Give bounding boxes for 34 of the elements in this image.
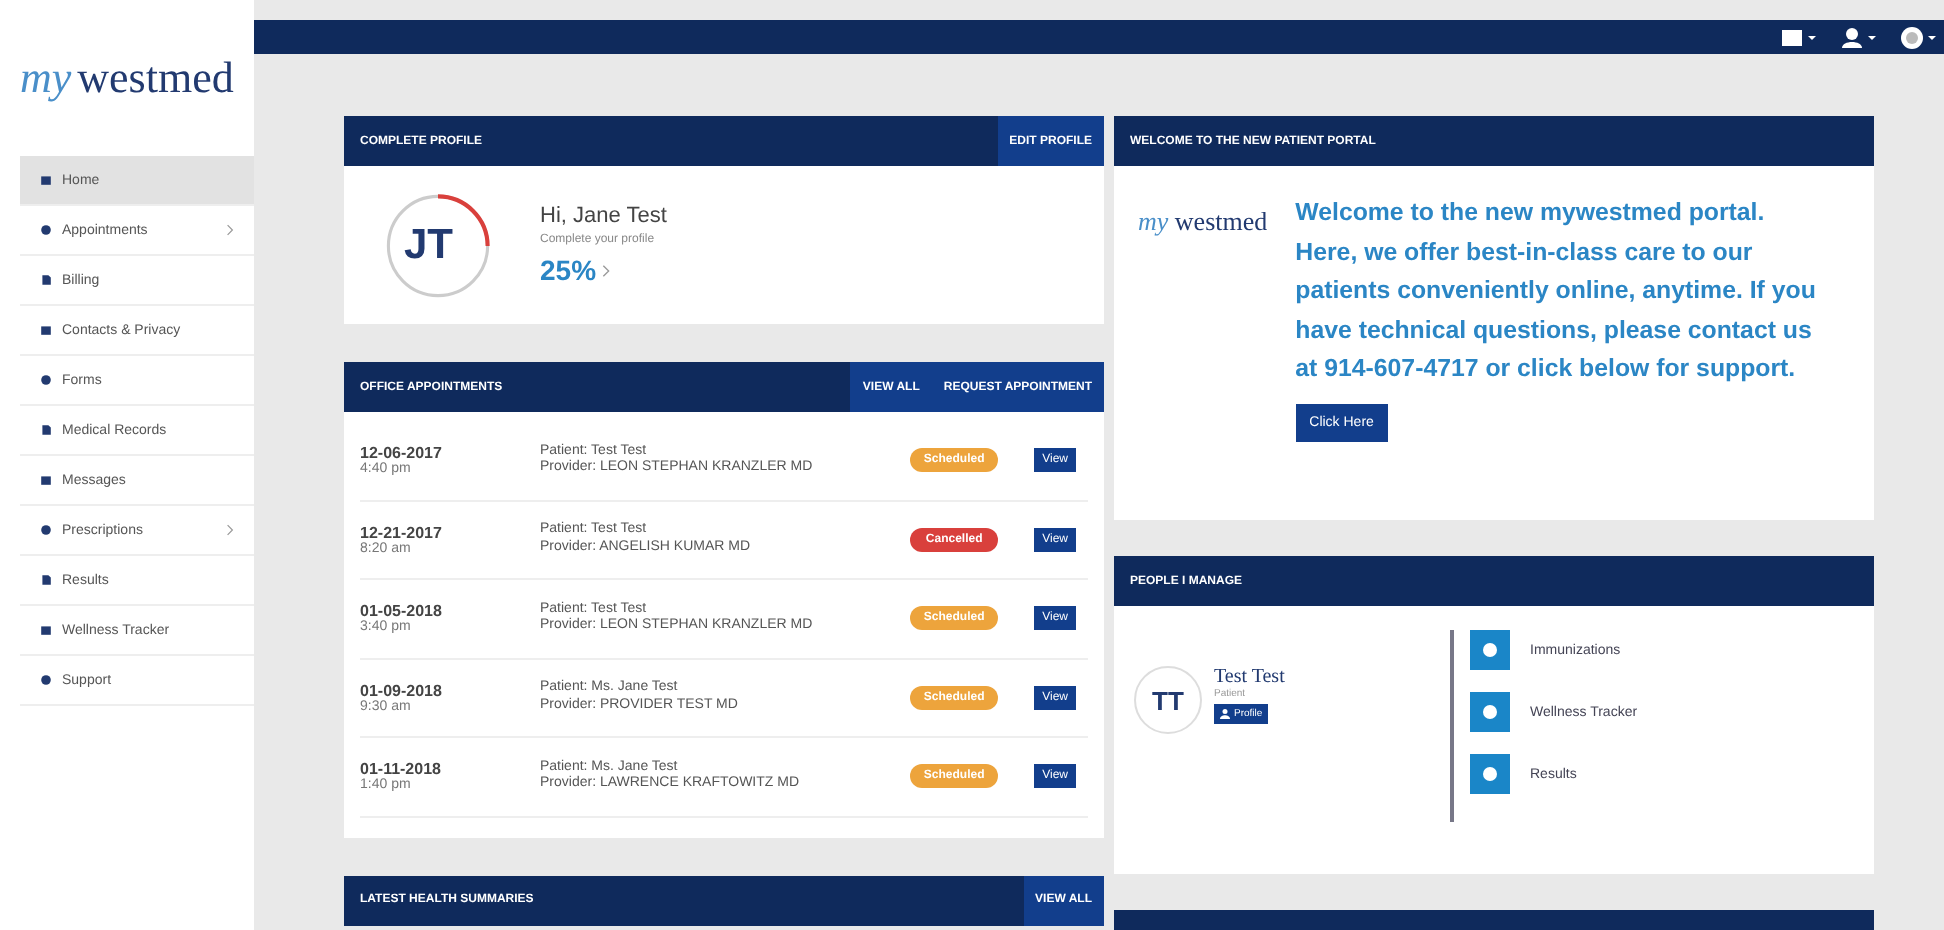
chevron-icon — [226, 524, 234, 536]
chevron-icon — [226, 224, 234, 236]
appointment-date: 12-06-2017 — [360, 444, 444, 463]
appointment-date: 01-09-2018 — [360, 681, 444, 700]
menu-icon — [40, 174, 52, 186]
menu-icon — [40, 374, 52, 386]
menu-icon — [40, 574, 52, 586]
avatar-initials: JT — [404, 221, 454, 269]
person-name: Test Test — [1214, 666, 1285, 688]
logo: my westmed — [1138, 204, 1268, 240]
user-menu-icon[interactable] — [1840, 25, 1880, 49]
profile-percent-link[interactable]: 25% — [540, 254, 667, 286]
menu-icon — [40, 424, 52, 436]
chevron-icon — [602, 263, 611, 277]
appointment-date: 12-21-2017 — [360, 523, 444, 542]
menu-icon — [40, 274, 52, 286]
link-icon — [1470, 692, 1510, 732]
avatar-initials: TT — [1134, 666, 1202, 734]
menu-icon — [40, 624, 52, 636]
appointment-date: 01-05-2018 — [360, 602, 444, 621]
appointment-date: 01-11-2018 — [360, 760, 443, 779]
welcome-message: Welcome to the new mywestmed portal. Here, we offer best-in-class care to our patients conveniently online, anytime. If you have technical questions, please contact us at 914-607-4717 or click below for support. — [1295, 196, 1818, 386]
avatar-menu-icon[interactable] — [1900, 25, 1940, 49]
link-icon — [1470, 630, 1510, 670]
greeting: Hi, Jane Test — [540, 204, 667, 228]
menu-icon — [40, 474, 52, 486]
link-icon — [1470, 754, 1510, 794]
menu-icon — [40, 524, 52, 536]
person-icon — [1220, 708, 1230, 720]
menu-icon — [40, 674, 52, 686]
menu-icon — [40, 324, 52, 336]
message-menu-icon[interactable] — [1780, 25, 1820, 49]
logo: mywestmed — [18, 50, 236, 106]
menu-icon — [40, 224, 52, 236]
